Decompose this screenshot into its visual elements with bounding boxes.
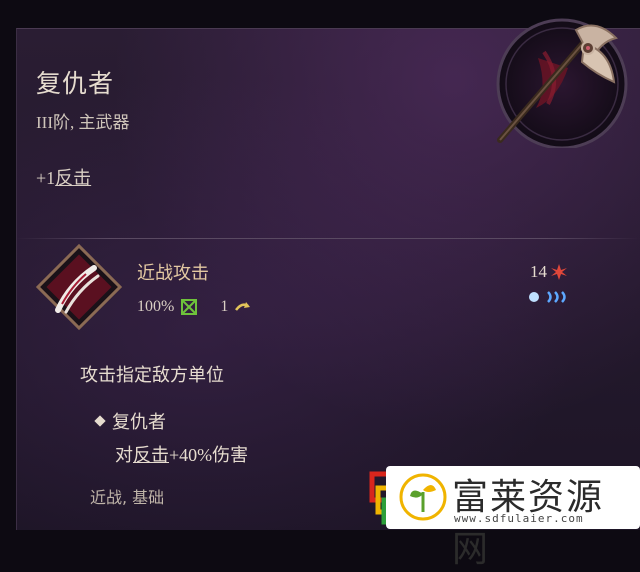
cost-value: 14 xyxy=(530,262,547,281)
item-bonus: +1反击 xyxy=(36,164,91,190)
ability-stats: 100% 1 xyxy=(137,298,252,316)
target-icon xyxy=(181,299,198,315)
ability-name: 近战攻击 xyxy=(137,263,209,284)
claw-slash-icon xyxy=(36,244,122,330)
section-divider xyxy=(16,238,640,239)
site-watermark: 富莱资源网 www.sdfulaier.com xyxy=(364,462,640,570)
bonus-value: +1 xyxy=(36,168,56,188)
item-title: 复仇者 xyxy=(36,69,115,98)
star-burst-icon xyxy=(551,264,567,280)
battle-axe-icon xyxy=(496,18,628,148)
passive-name: 复仇者 xyxy=(94,408,166,434)
bullet-icon xyxy=(94,415,106,427)
counterattack-link[interactable]: 反击 xyxy=(55,168,91,189)
counterattack-link-2[interactable]: 反击 xyxy=(133,445,169,466)
resource-charges xyxy=(528,290,574,304)
cooldown-arrow-icon xyxy=(235,302,251,311)
passive-value: +40% xyxy=(169,445,213,465)
watermark-url: www.sdfulaier.com xyxy=(454,512,584,525)
item-subtitle: III阶, 主武器 xyxy=(36,113,130,132)
ability-description: 攻击指定敌方单位 xyxy=(80,365,224,386)
passive-name-text: 复仇者 xyxy=(112,412,166,433)
passive-effect: 对反击+40%伤害 xyxy=(115,441,248,467)
passive-prefix: 对 xyxy=(115,445,133,466)
ability-cost: 14 xyxy=(530,262,568,282)
sprout-icon xyxy=(399,473,447,521)
cooldown-value: 1 xyxy=(220,298,229,315)
moon-charges-icon xyxy=(529,291,566,303)
ability-tags: 近战, 基础 xyxy=(90,488,165,507)
accuracy-value: 100% xyxy=(137,298,175,315)
passive-suffix: 伤害 xyxy=(212,445,249,466)
